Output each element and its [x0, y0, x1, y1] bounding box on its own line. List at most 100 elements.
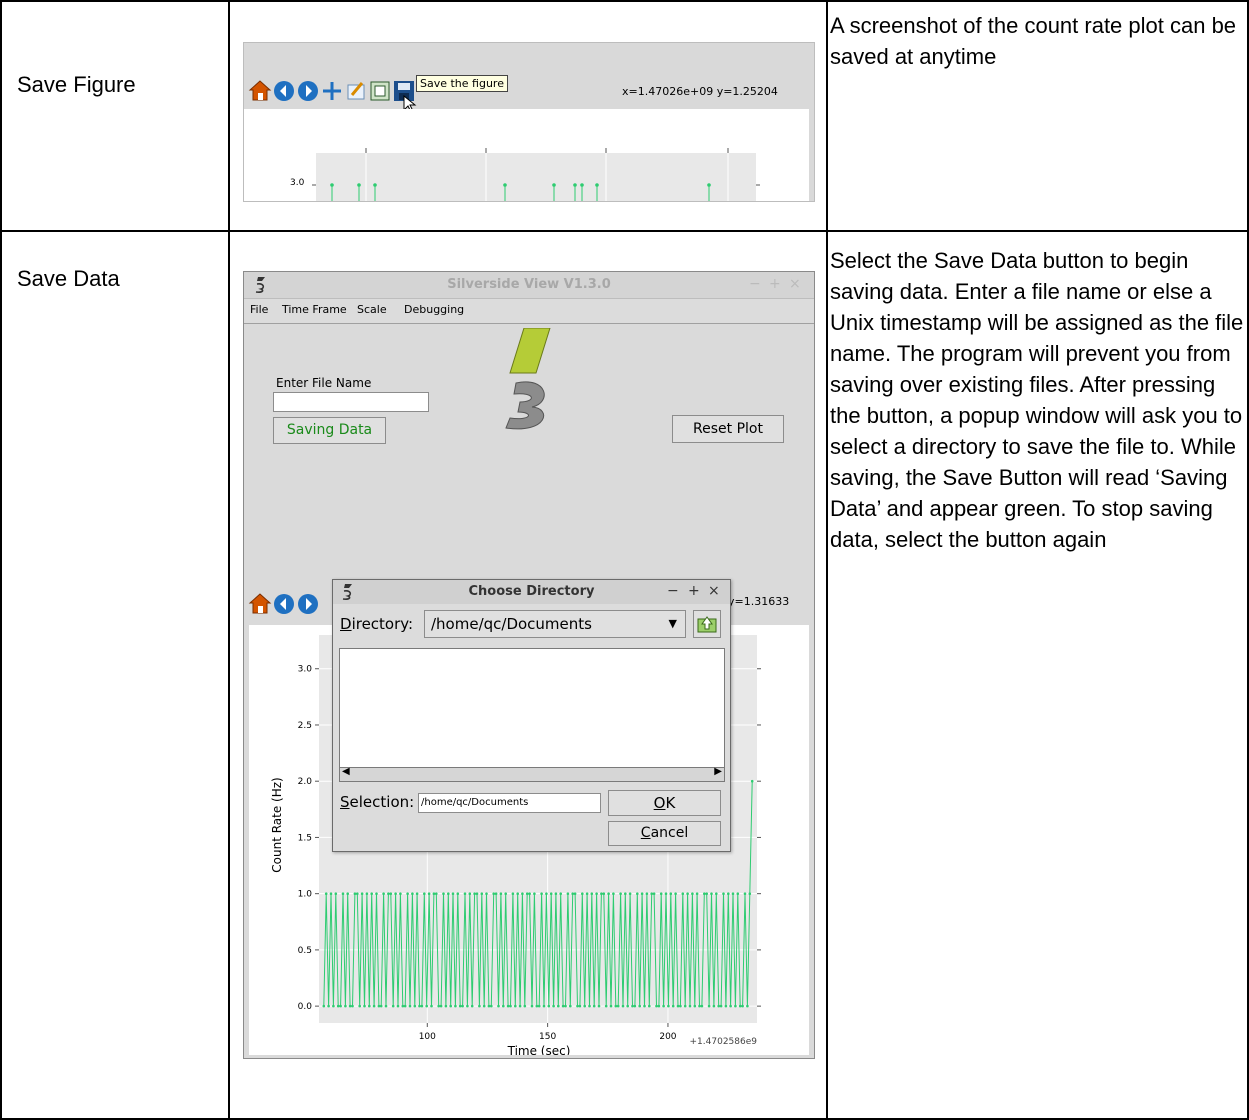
data-point	[542, 1004, 546, 1008]
silverside-logo	[505, 328, 551, 430]
data-point	[595, 892, 598, 895]
data-point	[389, 892, 393, 895]
data-point	[722, 892, 725, 895]
data-point	[676, 1004, 680, 1008]
data-point	[461, 1004, 464, 1008]
dialog-maximize-button[interactable]: +	[688, 583, 700, 599]
data-point	[540, 892, 543, 895]
data-point	[530, 1004, 534, 1008]
data-point	[449, 1004, 452, 1008]
scroll-right-icon[interactable]: ▶	[714, 766, 722, 777]
data-point	[375, 892, 378, 895]
data-point	[631, 1004, 634, 1008]
data-point	[588, 1004, 591, 1008]
data-point	[533, 892, 536, 895]
spike-point	[573, 183, 577, 187]
data-point	[597, 1004, 601, 1008]
data-point	[683, 1004, 687, 1008]
data-point	[748, 892, 752, 895]
directory-label: Directory:	[340, 615, 414, 633]
data-point	[473, 892, 476, 895]
reset-plot-button[interactable]: Reset Plot	[672, 415, 784, 443]
dialog-close-button[interactable]: ×	[708, 583, 720, 599]
data-point	[329, 892, 333, 895]
y-tick-label: 1.0	[298, 890, 313, 900]
data-point	[734, 1004, 737, 1008]
data-point	[516, 892, 519, 895]
window-title: Silverside View V1.3.0	[447, 277, 611, 292]
ok-button[interactable]: OK	[608, 790, 721, 816]
scroll-left-icon[interactable]: ◀	[342, 766, 350, 777]
data-point	[640, 892, 644, 895]
data-point	[454, 1004, 457, 1008]
silverside-view-window: Silverside View V1.3.0 − + × File Time F…	[243, 271, 815, 1059]
selection-input[interactable]: /home/qc/Documents	[418, 793, 601, 813]
data-point	[468, 892, 472, 895]
back-arrow-icon	[274, 81, 294, 101]
data-point	[614, 1004, 618, 1008]
y-tick-label: 1.5	[298, 833, 312, 843]
data-point	[456, 892, 460, 895]
menu-scale[interactable]: Scale	[357, 303, 387, 316]
row-description-save-data: Select the Save Data button to begin sav…	[830, 248, 1244, 552]
dialog-minimize-button[interactable]: −	[667, 583, 679, 599]
directory-dropdown[interactable]: /home/qc/Documents ▼	[424, 610, 686, 638]
data-point	[358, 1004, 361, 1008]
data-point	[645, 892, 649, 895]
x-tick-label: 200	[659, 1032, 676, 1042]
data-point	[502, 1004, 505, 1008]
close-button[interactable]: ×	[789, 276, 801, 292]
data-point	[643, 1004, 646, 1008]
save-data-button[interactable]: Saving Data	[273, 417, 386, 444]
home-icon	[248, 80, 272, 101]
window-titlebar: Silverside View V1.3.0 − + ×	[244, 272, 814, 299]
data-point	[514, 1004, 517, 1008]
pan-icon	[323, 82, 341, 100]
menu-time-frame[interactable]: Time Frame	[282, 303, 347, 316]
data-point	[360, 892, 364, 895]
forward-arrow-icon	[298, 81, 318, 101]
minimize-button[interactable]: −	[749, 276, 761, 292]
data-point	[657, 1004, 661, 1008]
file-name-input[interactable]	[273, 392, 429, 412]
data-point	[490, 1004, 493, 1008]
menu-file[interactable]: File	[250, 303, 268, 316]
data-point	[592, 1004, 596, 1008]
data-point	[420, 1004, 424, 1008]
horizontal-scrollbar[interactable]: ◀ ▶	[340, 766, 724, 781]
data-point	[547, 1004, 551, 1008]
data-point	[494, 892, 498, 895]
y-tick-label: 0.5	[298, 946, 312, 956]
data-point	[509, 1004, 512, 1008]
data-point	[616, 1004, 620, 1008]
y-axis-label: Count Rate (Hz)	[270, 777, 284, 872]
data-point	[609, 1004, 613, 1008]
data-point	[669, 892, 673, 895]
data-point	[525, 892, 529, 895]
data-point	[521, 892, 524, 895]
data-point	[470, 1004, 474, 1008]
menu-debugging[interactable]: Debugging	[404, 303, 464, 316]
spike-point	[373, 183, 377, 187]
cursor-coordinates: x=1.47026e+09 y=1.25204	[622, 85, 778, 98]
data-point	[619, 892, 622, 895]
data-point	[332, 1004, 335, 1008]
data-point	[600, 892, 603, 895]
cancel-button[interactable]: Cancel	[608, 821, 721, 846]
data-point	[327, 1004, 330, 1008]
data-point	[365, 892, 369, 895]
data-point	[334, 892, 338, 895]
maximize-button[interactable]: +	[769, 276, 781, 292]
directory-list[interactable]: ◀ ▶	[339, 648, 725, 782]
chevron-down-icon: ▼	[668, 617, 677, 630]
data-point	[523, 1004, 527, 1008]
data-point	[712, 1004, 716, 1008]
data-point	[707, 1004, 711, 1008]
data-point	[518, 1004, 522, 1008]
data-point	[719, 1004, 723, 1008]
x-offset-label: +1.4702586e9	[690, 1037, 758, 1047]
parent-directory-button[interactable]	[693, 610, 721, 638]
data-point	[688, 1004, 692, 1008]
data-point	[528, 892, 531, 895]
data-point	[750, 779, 754, 783]
